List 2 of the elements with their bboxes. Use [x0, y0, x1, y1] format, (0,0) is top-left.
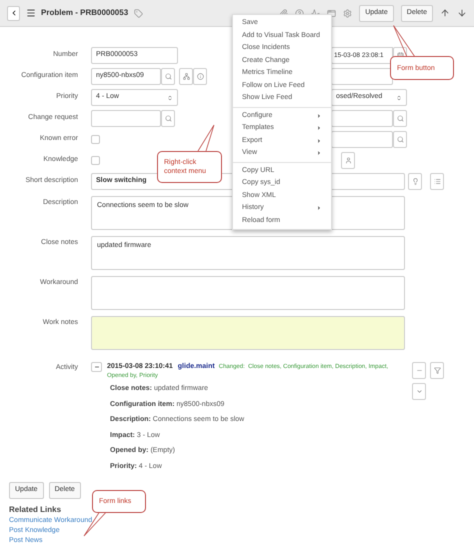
related-links-title: Related Links [9, 504, 62, 516]
form-title: Problem - PRB0000053 [41, 7, 128, 19]
